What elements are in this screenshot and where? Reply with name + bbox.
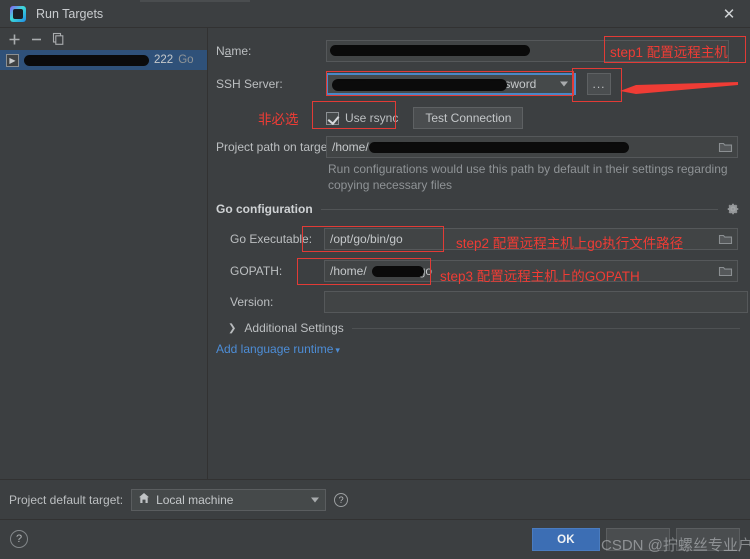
section-divider	[351, 327, 740, 329]
close-icon[interactable]: ✕	[708, 0, 750, 27]
chevron-right-icon[interactable]: ▶	[6, 53, 19, 67]
gear-icon[interactable]	[726, 202, 740, 216]
targets-sidebar: ▶ 222 Go	[0, 28, 208, 479]
version-row: Version:	[216, 291, 748, 313]
titlebar-accent	[140, 0, 250, 2]
additional-settings-toggle[interactable]: ❯ Additional Settings	[228, 321, 740, 335]
default-target-value: Local machine	[156, 492, 234, 507]
footer-default-target: Project default target: Local machine ?	[0, 479, 750, 519]
gopath-row: GOPATH: /home/ go	[216, 260, 748, 282]
default-target-select[interactable]: Local machine	[131, 488, 327, 511]
ssh-server-row: SSH Server: password ...	[216, 73, 636, 95]
folder-icon[interactable]	[718, 264, 733, 281]
ssh-server-label: SSH Server:	[216, 77, 283, 91]
gopath-value-prefix: /home/	[330, 264, 367, 278]
name-row: Name:	[216, 40, 740, 62]
cancel-button[interactable]	[606, 528, 670, 551]
target-settings-panel: Name: SSH Server: password ... Use rsync	[208, 28, 750, 479]
help-icon[interactable]: ?	[10, 530, 28, 548]
minus-icon[interactable]	[26, 29, 46, 49]
help-icon[interactable]: ?	[334, 492, 349, 507]
add-language-runtime-link[interactable]: Add language runtime ▾	[216, 342, 340, 356]
ssh-browse-button[interactable]: ...	[587, 73, 611, 95]
project-path-hint: Run configurations would use this path b…	[328, 162, 728, 192]
plus-icon[interactable]	[4, 29, 24, 49]
go-configuration-header: Go configuration	[216, 202, 740, 216]
chevron-down-icon[interactable]	[560, 81, 568, 87]
version-label: Version:	[230, 295, 274, 309]
folder-icon[interactable]	[718, 140, 733, 157]
redacted-project-path	[369, 142, 629, 153]
apply-button[interactable]	[676, 528, 740, 551]
project-path-row: Project path on target: /home/	[216, 136, 748, 158]
ok-button[interactable]: OK	[532, 528, 600, 551]
project-path-value: /home/	[332, 140, 369, 154]
section-divider	[320, 208, 718, 210]
rsync-row: Use rsync Test Connection	[326, 107, 524, 129]
goland-icon	[10, 5, 26, 22]
window-titlebar: Run Targets ✕	[0, 0, 750, 28]
go-executable-row: Go Executable: /opt/go/bin/go	[216, 228, 748, 250]
gopath-input[interactable]: /home/ go	[324, 260, 738, 282]
additional-settings-label: Additional Settings	[244, 321, 344, 335]
gopath-label: GOPATH:	[230, 264, 283, 278]
go-executable-label: Go Executable:	[230, 232, 313, 246]
list-item-port: 222	[154, 54, 174, 66]
redacted-host	[24, 54, 149, 66]
window-title: Run Targets	[36, 6, 104, 21]
test-connection-button[interactable]: Test Connection	[413, 107, 524, 129]
folder-icon[interactable]	[718, 232, 733, 249]
project-path-label: Project path on target:	[216, 140, 335, 154]
name-label: Name:	[216, 44, 252, 58]
ssh-server-combo[interactable]: password	[326, 73, 576, 95]
chevron-down-icon[interactable]	[311, 497, 320, 502]
redacted-ssh-host	[332, 79, 507, 91]
home-icon	[138, 492, 150, 507]
checkmark-icon	[326, 111, 339, 125]
version-input[interactable]	[324, 291, 748, 313]
redacted-name-value	[330, 45, 530, 56]
go-configuration-title: Go configuration	[216, 202, 313, 216]
dialog-body: ▶ 222 Go Name: SSH Server: password ... …	[0, 28, 750, 479]
add-language-runtime-label: Add language runtime	[216, 342, 334, 356]
project-path-input[interactable]: /home/	[326, 136, 738, 158]
default-target-label: Project default target:	[9, 492, 124, 507]
redacted-gopath	[372, 266, 424, 277]
go-executable-input[interactable]: /opt/go/bin/go	[324, 228, 738, 250]
footer-actions: ? OK	[0, 519, 750, 558]
use-rsync-label: Use rsync	[345, 111, 399, 125]
chevron-right-icon: ❯	[228, 322, 237, 334]
targets-list: ▶ 222 Go	[0, 50, 207, 479]
sidebar-toolbar	[0, 28, 207, 50]
dialog-buttons: OK	[532, 528, 740, 551]
list-item[interactable]: ▶ 222 Go	[0, 50, 207, 70]
list-item-language: Go	[178, 54, 194, 66]
go-executable-value: /opt/go/bin/go	[330, 232, 403, 246]
use-rsync-checkbox[interactable]: Use rsync	[326, 111, 398, 125]
chevron-down-icon: ▾	[335, 345, 340, 355]
name-input[interactable]	[326, 40, 729, 62]
copy-icon[interactable]	[48, 29, 68, 49]
